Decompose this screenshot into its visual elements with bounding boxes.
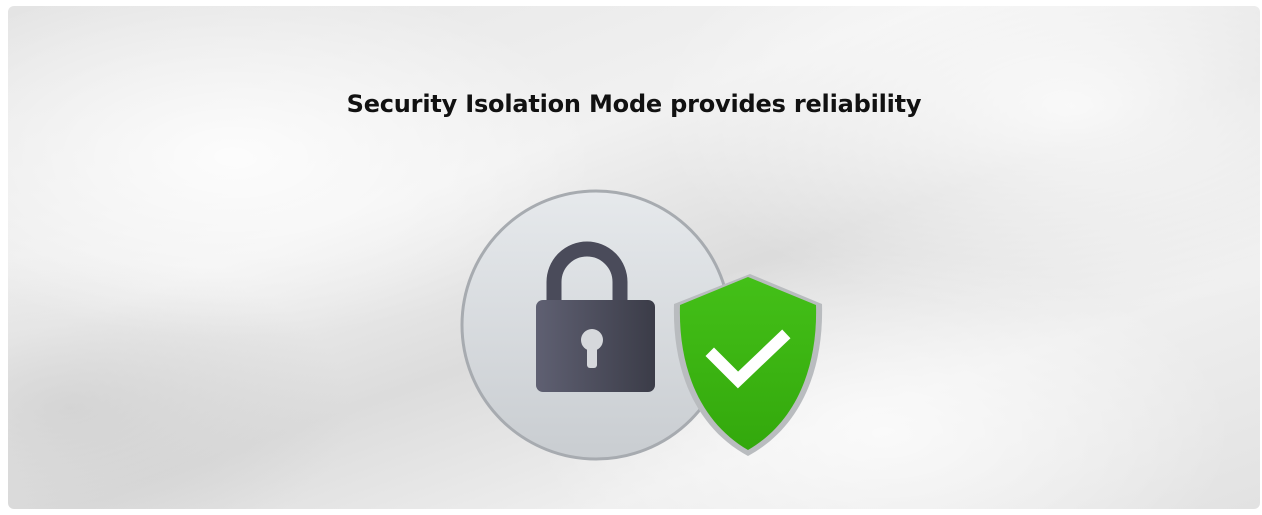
shield-check-icon <box>673 274 823 456</box>
security-illustration <box>448 184 828 468</box>
banner-title: Security Isolation Mode provides reliabi… <box>346 90 922 118</box>
lock-circle-icon <box>460 189 823 461</box>
security-banner: Security Isolation Mode provides reliabi… <box>8 6 1260 509</box>
